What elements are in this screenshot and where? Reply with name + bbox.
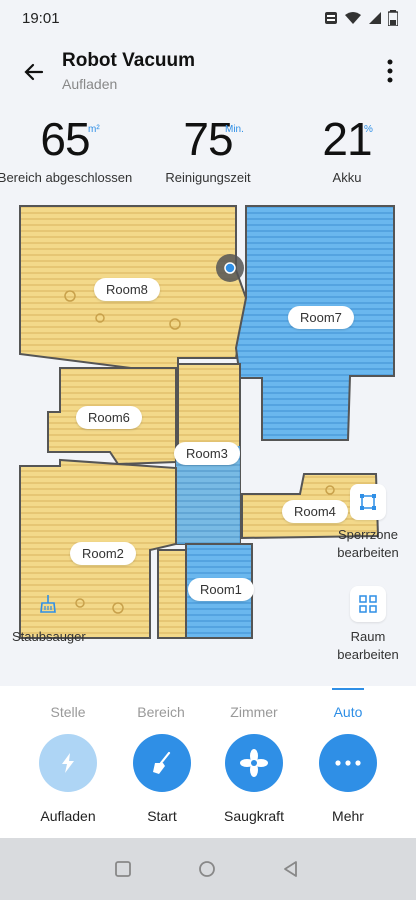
device-status: Aufladen: [62, 76, 118, 92]
room-label-room3[interactable]: Room3: [174, 442, 240, 465]
cleaning-stats: 65 m² Bereich abgeschlossen 75 Min. Rein…: [0, 108, 416, 198]
mode-tabs: Stelle Bereich Zimmer Auto: [0, 686, 416, 726]
room-label-room6[interactable]: Room6: [76, 406, 142, 429]
volte-icon: [325, 12, 337, 24]
room-label-room2[interactable]: Room2: [70, 542, 136, 565]
vacuum-brush-icon: [30, 586, 66, 622]
battery-icon: [388, 10, 398, 26]
room2-strip: [157, 549, 187, 639]
area-label: Bereich abgeschlossen: [0, 170, 133, 185]
room-label-room8[interactable]: Room8: [94, 278, 160, 301]
room-edit-button[interactable]: Raum bearbeiten: [330, 586, 406, 664]
active-tab-indicator: [332, 688, 364, 690]
stat-time: 75 Min. Reinigungszeit: [133, 112, 283, 185]
start-button[interactable]: Start: [117, 734, 207, 824]
more-options-icon[interactable]: [386, 58, 394, 84]
suction-power-button[interactable]: Saugkraft: [209, 734, 299, 824]
vacuum-label: Staubsauger: [12, 629, 86, 644]
tab-zimmer[interactable]: Zimmer: [214, 704, 294, 720]
tab-bereich[interactable]: Bereich: [121, 704, 201, 720]
broom-icon: [133, 734, 191, 792]
area-value: 65: [40, 113, 90, 165]
action-buttons: Aufladen Start Saugkraft Mehr: [0, 734, 416, 834]
more-label: Mehr: [332, 808, 364, 824]
room-label-room1[interactable]: Room1: [188, 578, 254, 601]
floor-map[interactable]: Room8 Room7 Room6 Room3 Room4 Room2 Room…: [0, 198, 416, 686]
battery-label: Akku: [332, 170, 362, 185]
fan-icon: [225, 734, 283, 792]
lightning-icon: [39, 734, 97, 792]
time-value: 75: [183, 113, 233, 165]
time-unit: Min.: [225, 124, 244, 135]
room-label-room7[interactable]: Room7: [288, 306, 354, 329]
more-icon: [319, 734, 377, 792]
zone-edit-button[interactable]: Sperrzone bearbeiten: [330, 484, 406, 562]
robot-center-dot: [224, 262, 236, 274]
room-edit-label: Raum bearbeiten: [337, 629, 399, 662]
room-edit-icon: [350, 586, 386, 622]
home-icon[interactable]: [198, 860, 216, 878]
charge-button[interactable]: Aufladen: [23, 734, 113, 824]
tab-stelle[interactable]: Stelle: [28, 704, 108, 720]
tab-auto[interactable]: Auto: [308, 704, 388, 720]
status-time: 19:01: [22, 10, 60, 27]
wifi-icon: [345, 12, 361, 24]
app-bar: Robot Vacuum Aufladen: [0, 38, 416, 108]
control-panel: Stelle Bereich Zimmer Auto Aufladen Star…: [0, 686, 416, 838]
stat-battery: 21 % Akku: [272, 112, 416, 185]
system-nav-bar: [0, 838, 416, 900]
back-arrow-icon[interactable]: [18, 56, 50, 88]
signal-icon: [369, 12, 381, 24]
start-label: Start: [147, 808, 177, 824]
area-unit: m²: [88, 124, 100, 135]
battery-unit: %: [364, 124, 373, 135]
page-title: Robot Vacuum: [62, 50, 196, 71]
charge-label: Aufladen: [40, 808, 96, 824]
recents-icon[interactable]: [114, 860, 132, 878]
time-label: Reinigungszeit: [165, 170, 251, 185]
status-icons: [324, 10, 398, 26]
back-nav-icon[interactable]: [282, 860, 300, 878]
status-bar: 19:01: [0, 0, 416, 38]
vacuum-button[interactable]: Staubsauger: [12, 586, 86, 646]
suction-power-label: Saugkraft: [224, 808, 284, 824]
more-button[interactable]: Mehr: [303, 734, 393, 824]
battery-value: 21: [322, 113, 372, 165]
zone-icon: [350, 484, 386, 520]
zone-edit-label: Sperrzone bearbeiten: [337, 527, 399, 560]
stat-area: 65 m² Bereich abgeschlossen: [0, 112, 140, 185]
